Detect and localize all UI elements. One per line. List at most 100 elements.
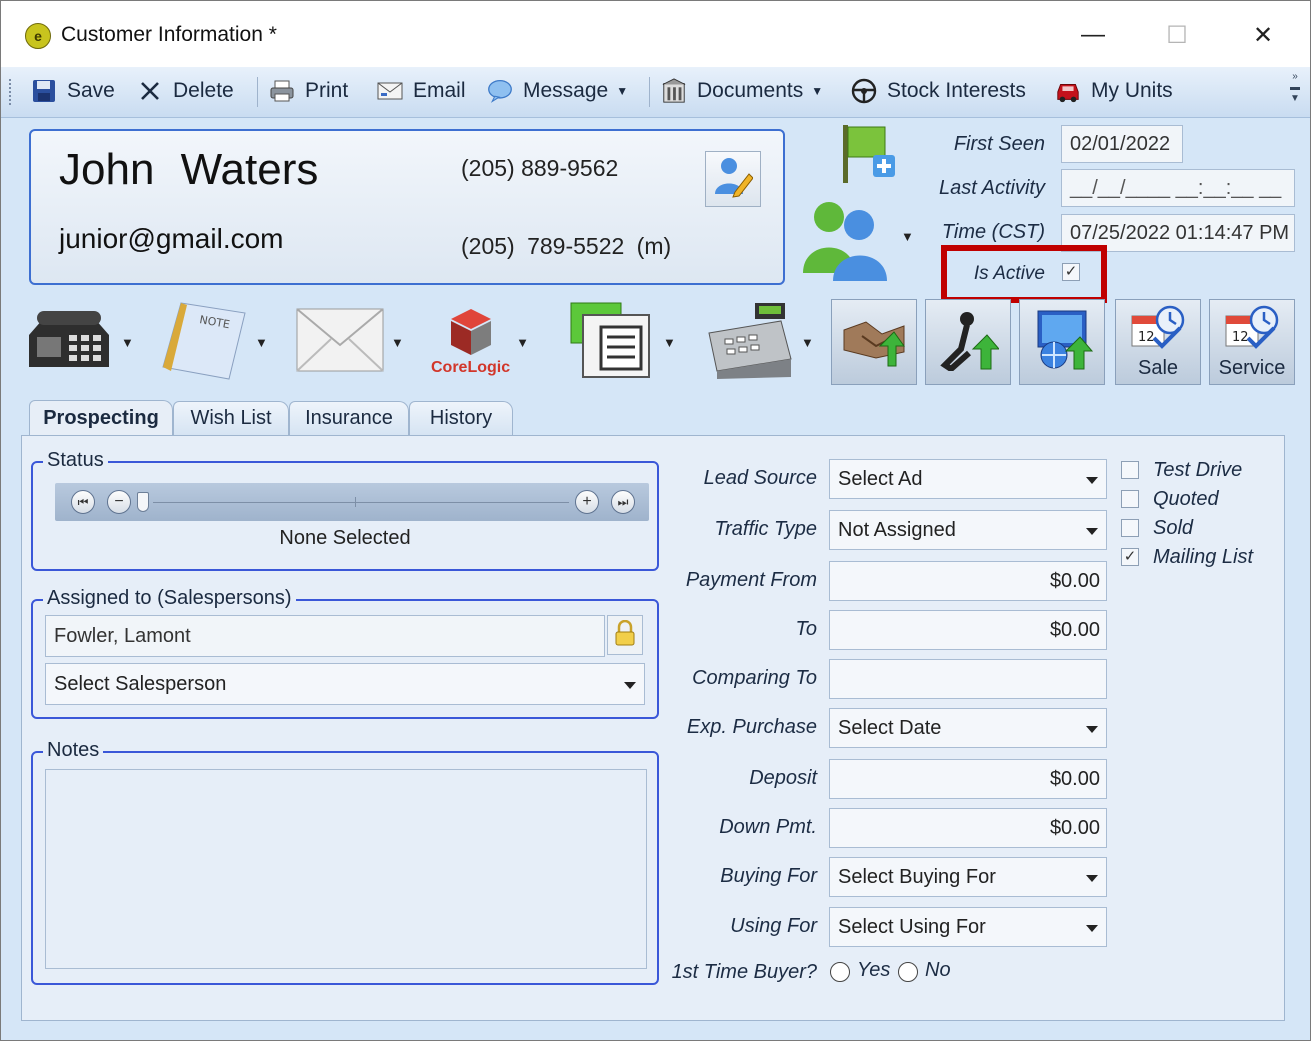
- traffic-type-select[interactable]: Not Assigned: [829, 510, 1107, 550]
- email-label: Email: [413, 79, 466, 102]
- email-button[interactable]: Email: [377, 75, 466, 107]
- first-time-yes-radio[interactable]: [830, 962, 850, 982]
- slider-thumb[interactable]: [137, 492, 149, 512]
- using-for-select[interactable]: Select Using For: [829, 907, 1107, 947]
- payment-from-label: Payment From: [685, 569, 817, 591]
- tab-insurance[interactable]: Insurance: [289, 401, 409, 435]
- maximize-button[interactable]: ☐: [1157, 17, 1197, 53]
- edit-contact-button[interactable]: [705, 151, 761, 207]
- customer-name: John Waters: [59, 145, 319, 194]
- my-units-button[interactable]: My Units: [1055, 75, 1173, 107]
- sold-checkbox[interactable]: [1121, 519, 1139, 537]
- sold-label: Sold: [1153, 517, 1194, 539]
- corelogic-action[interactable]: CoreLogic ▼: [431, 297, 529, 387]
- time-cst-label: Time (CST): [941, 221, 1045, 243]
- close-button[interactable]: ✕: [1243, 17, 1283, 53]
- sale-button[interactable]: 12 Sale: [1115, 299, 1201, 385]
- exp-purchase-label: Exp. Purchase: [686, 716, 817, 738]
- message-label: Message: [523, 79, 609, 102]
- phone-dropdown-icon[interactable]: ▼: [121, 335, 134, 350]
- message-dropdown-icon[interactable]: ▼: [616, 84, 628, 98]
- documents-label: Documents: [697, 79, 804, 102]
- phone-action[interactable]: ▼: [23, 297, 134, 387]
- status-value: None Selected: [279, 527, 411, 549]
- handshake-button[interactable]: [831, 299, 917, 385]
- notes-title: Notes: [43, 739, 104, 762]
- contacts-dropdown-icon[interactable]: ▼: [901, 229, 914, 244]
- stock-interests-button[interactable]: Stock Interests: [851, 75, 1026, 107]
- mailing-list-label: Mailing List: [1153, 546, 1254, 568]
- traffic-type-dropdown-icon: [1086, 528, 1098, 535]
- mail-action[interactable]: ▼: [295, 297, 404, 387]
- exp-purchase-select[interactable]: Select Date: [829, 708, 1107, 748]
- lead-source-select[interactable]: Select Ad: [829, 459, 1107, 499]
- service-button[interactable]: 12 Service: [1209, 299, 1295, 385]
- down-pmt-field[interactable]: $0.00: [829, 808, 1107, 848]
- cash-register-dropdown-icon[interactable]: ▼: [801, 335, 814, 350]
- first-seen-field: 02/01/2022: [1061, 125, 1183, 163]
- print-button[interactable]: Print: [269, 75, 348, 107]
- toolbar-overflow-button[interactable]: » ▬ ▼: [1286, 71, 1304, 115]
- save-button[interactable]: Save: [31, 75, 115, 107]
- comparing-to-label: Comparing To: [692, 667, 817, 689]
- steering-wheel-icon: [851, 78, 877, 104]
- buying-for-select[interactable]: Select Buying For: [829, 857, 1107, 897]
- notepad-icon: NOTE: [159, 299, 249, 386]
- contacts-group-icon[interactable]: [801, 195, 891, 281]
- note-action[interactable]: NOTE ▼: [159, 297, 268, 387]
- status-slider[interactable]: ⏮ − + ⏭: [55, 483, 649, 521]
- last-activity-label: Last Activity: [939, 177, 1045, 199]
- phone-handset-icon: [937, 309, 1001, 376]
- title-bar: e Customer Information * — ☐ ✕: [1, 1, 1310, 67]
- corelogic-dropdown-icon[interactable]: ▼: [516, 335, 529, 350]
- comparing-to-field[interactable]: [829, 659, 1107, 699]
- salesperson-select[interactable]: Select Salesperson: [45, 663, 645, 705]
- slider-tick: [355, 497, 356, 507]
- toolbar-grip[interactable]: [9, 79, 15, 105]
- minimize-button[interactable]: —: [1073, 17, 1113, 53]
- tab-wish-list[interactable]: Wish List: [173, 401, 289, 435]
- toolbar-separator: [649, 77, 650, 107]
- cash-register-action[interactable]: ▼: [703, 297, 814, 387]
- delete-button[interactable]: Delete: [137, 75, 234, 107]
- last-activity-field[interactable]: __/__/____ __:__:__ __: [1061, 169, 1295, 207]
- slider-first-icon[interactable]: ⏮: [71, 490, 95, 514]
- svg-text:12: 12: [1232, 330, 1249, 345]
- notes-textarea[interactable]: [45, 769, 647, 969]
- web-lead-button[interactable]: [1019, 299, 1105, 385]
- customer-email: junior@gmail.com: [59, 223, 284, 254]
- salesperson-dropdown-icon: [624, 682, 636, 689]
- first-time-no-radio[interactable]: [898, 962, 918, 982]
- deposit-field[interactable]: $0.00: [829, 759, 1107, 799]
- first-time-buyer-label: 1st Time Buyer?: [671, 961, 817, 983]
- slider-minus-icon[interactable]: −: [107, 490, 131, 514]
- lock-button[interactable]: [607, 615, 643, 655]
- first-time-yes-label: Yes: [857, 959, 891, 981]
- tab-prospecting[interactable]: Prospecting: [29, 400, 173, 436]
- lead-source-value: Select Ad: [838, 467, 923, 490]
- cash-register-icon: [703, 299, 795, 386]
- buying-for-label: Buying For: [720, 865, 817, 887]
- mail-dropdown-icon[interactable]: ▼: [391, 335, 404, 350]
- documents-action[interactable]: ▼: [567, 297, 676, 387]
- customer-information-window: e Customer Information * — ☐ ✕ Save Dele…: [0, 0, 1311, 1041]
- test-drive-checkbox[interactable]: [1121, 461, 1139, 479]
- tab-history[interactable]: History: [409, 401, 513, 435]
- quoted-checkbox[interactable]: [1121, 490, 1139, 508]
- mailing-list-checkbox[interactable]: ✓: [1121, 548, 1139, 566]
- payment-from-field[interactable]: $0.00: [829, 561, 1107, 601]
- slider-plus-icon[interactable]: +: [575, 490, 599, 514]
- my-units-label: My Units: [1091, 79, 1173, 102]
- add-flag-icon[interactable]: [839, 123, 899, 185]
- call-log-button[interactable]: [925, 299, 1011, 385]
- documents-button[interactable]: Documents ▼: [661, 75, 823, 107]
- note-dropdown-icon[interactable]: ▼: [255, 335, 268, 350]
- app-logo-icon: e: [25, 23, 51, 49]
- message-button[interactable]: Message ▼: [487, 75, 628, 107]
- save-label: Save: [67, 79, 115, 102]
- documents-action-dropdown-icon[interactable]: ▼: [663, 335, 676, 350]
- documents-dropdown-icon[interactable]: ▼: [811, 84, 823, 98]
- lead-source-label: Lead Source: [703, 467, 817, 489]
- slider-last-icon[interactable]: ⏭: [611, 490, 635, 514]
- payment-to-field[interactable]: $0.00: [829, 610, 1107, 650]
